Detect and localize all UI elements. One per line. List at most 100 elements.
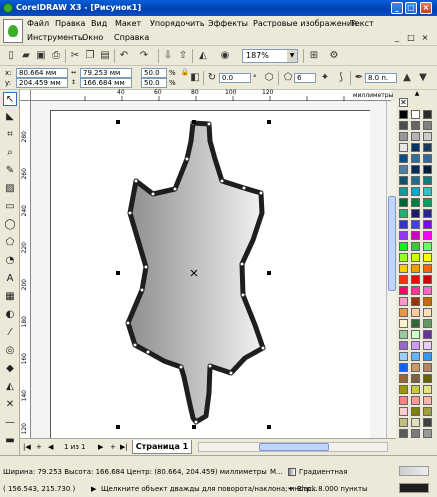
zoom-level-select[interactable]: 187% ▼ (242, 49, 298, 63)
color-swatch[interactable] (399, 308, 408, 317)
color-swatch[interactable] (399, 110, 408, 119)
color-swatch[interactable] (411, 330, 420, 339)
eyedropper-icon[interactable]: ⁄ (3, 326, 17, 340)
height-field[interactable]: 166.684 мм (80, 78, 132, 88)
color-swatch[interactable] (423, 253, 432, 262)
vertical-ruler[interactable]: 280 260 240 220 200 180 160 140 120 (20, 101, 31, 438)
color-swatch[interactable] (411, 187, 420, 196)
close-button[interactable]: × (420, 2, 432, 14)
polygon-tool-icon[interactable]: ⬠ (3, 236, 17, 250)
color-swatch[interactable] (423, 396, 432, 405)
corel-online-icon[interactable]: ◉ (218, 49, 232, 63)
scale-height-field[interactable]: 50.0 (141, 78, 167, 88)
color-swatch[interactable] (423, 319, 432, 328)
color-swatch[interactable] (399, 396, 408, 405)
color-swatch[interactable] (399, 242, 408, 251)
shape-tool-icon[interactable]: ◣ (3, 110, 17, 124)
color-swatch[interactable] (423, 341, 432, 350)
color-swatch[interactable] (411, 352, 420, 361)
menu-arrange[interactable]: Упорядочить (150, 18, 205, 30)
color-swatch[interactable] (399, 231, 408, 240)
menu-view[interactable]: Вид (91, 18, 107, 30)
color-swatch[interactable] (411, 385, 420, 394)
color-swatch[interactable] (423, 374, 432, 383)
color-swatch[interactable] (411, 176, 420, 185)
print-icon[interactable]: ⎙ (49, 49, 63, 63)
horizontal-scrollbar[interactable] (198, 442, 388, 452)
menu-effects[interactable]: Эффекты (208, 18, 248, 30)
color-swatch[interactable] (399, 385, 408, 394)
text-tool-icon[interactable]: A (3, 272, 17, 286)
color-swatch[interactable] (411, 121, 420, 130)
vertical-scrollbar[interactable] (386, 101, 396, 438)
color-swatch[interactable] (423, 176, 432, 185)
color-swatch[interactable] (399, 198, 408, 207)
color-swatch[interactable] (399, 297, 408, 306)
fill-swatch[interactable] (399, 466, 429, 476)
color-swatch[interactable] (399, 176, 408, 185)
add-page-icon[interactable]: + (36, 441, 42, 453)
color-swatch[interactable] (399, 407, 408, 416)
color-swatch[interactable] (411, 341, 420, 350)
color-swatch[interactable] (423, 231, 432, 240)
polygon-points-field[interactable]: 6 (294, 73, 316, 83)
zoom-tool-icon[interactable]: ⌕ (3, 146, 17, 160)
menu-text[interactable]: Текст (350, 18, 374, 30)
color-swatch[interactable] (411, 132, 420, 141)
color-swatch[interactable] (423, 154, 432, 163)
color-swatch[interactable] (399, 209, 408, 218)
color-swatch[interactable] (423, 407, 432, 416)
color-swatch[interactable] (399, 363, 408, 372)
fill-tool-icon[interactable]: ◆ (3, 362, 17, 376)
options-icon[interactable]: ⚙ (327, 49, 341, 63)
color-swatch[interactable] (411, 165, 420, 174)
color-swatch[interactable] (399, 341, 408, 350)
color-swatch[interactable] (399, 220, 408, 229)
color-swatch[interactable] (423, 330, 432, 339)
color-swatch[interactable] (423, 110, 432, 119)
no-fill-icon[interactable]: ✕ (3, 398, 17, 412)
color-swatch[interactable] (411, 209, 420, 218)
star-icon[interactable]: ✦ (318, 71, 332, 85)
document-icon[interactable] (3, 19, 23, 43)
x-position-field[interactable]: 80.664 мм (16, 68, 68, 78)
color-swatch[interactable] (423, 121, 432, 130)
ruler-origin[interactable] (20, 90, 31, 101)
color-swatch[interactable] (399, 121, 408, 130)
color-swatch[interactable] (411, 154, 420, 163)
menu-bitmaps[interactable]: Растровые изображения (253, 18, 357, 30)
color-swatch[interactable] (399, 253, 408, 262)
color-swatch[interactable] (399, 330, 408, 339)
color-swatch[interactable] (399, 187, 408, 196)
add-page-after-icon[interactable]: + (110, 441, 116, 453)
color-swatch[interactable] (423, 429, 432, 438)
color-swatch[interactable] (411, 396, 420, 405)
tab-page-1[interactable]: Страница 1 (132, 440, 192, 454)
color-swatch[interactable] (399, 319, 408, 328)
color-swatch[interactable] (423, 165, 432, 174)
scale-width-field[interactable]: 50.0 (141, 68, 167, 78)
basic-shapes-icon[interactable]: ◔ (3, 254, 17, 268)
convert-to-curves-icon[interactable]: ⟆ (334, 71, 348, 85)
menu-window[interactable]: Окно (82, 32, 103, 44)
color-swatch[interactable] (399, 264, 408, 273)
color-swatch[interactable] (423, 418, 432, 427)
doc-minimize-button[interactable]: _ (392, 33, 402, 43)
outline-swatch[interactable] (399, 483, 429, 493)
color-swatch[interactable] (423, 308, 432, 317)
freehand-tool-icon[interactable]: ✎ (3, 164, 17, 178)
mirror-horizontal-icon[interactable]: ◧ (188, 71, 202, 85)
copy-icon[interactable]: ❐ (83, 49, 97, 63)
outline-tool-icon[interactable]: ◎ (3, 344, 17, 358)
outline-width-icon[interactable]: ▬ (3, 434, 17, 448)
color-swatch[interactable] (423, 297, 432, 306)
gradient-polygon-shape[interactable] (125, 120, 266, 425)
title-bar[interactable]: CorelDRAW X3 - [Рисунок1] _ □ × (0, 0, 437, 16)
paste-icon[interactable]: ▤ (98, 49, 112, 63)
polygon-icon[interactable]: ⬠ (281, 71, 295, 85)
to-front-icon[interactable]: ▲ (400, 71, 414, 85)
rotate-icon[interactable]: ↻ (205, 71, 219, 85)
save-icon[interactable]: ▣ (34, 49, 48, 63)
color-swatch[interactable] (423, 385, 432, 394)
color-swatch[interactable] (411, 407, 420, 416)
